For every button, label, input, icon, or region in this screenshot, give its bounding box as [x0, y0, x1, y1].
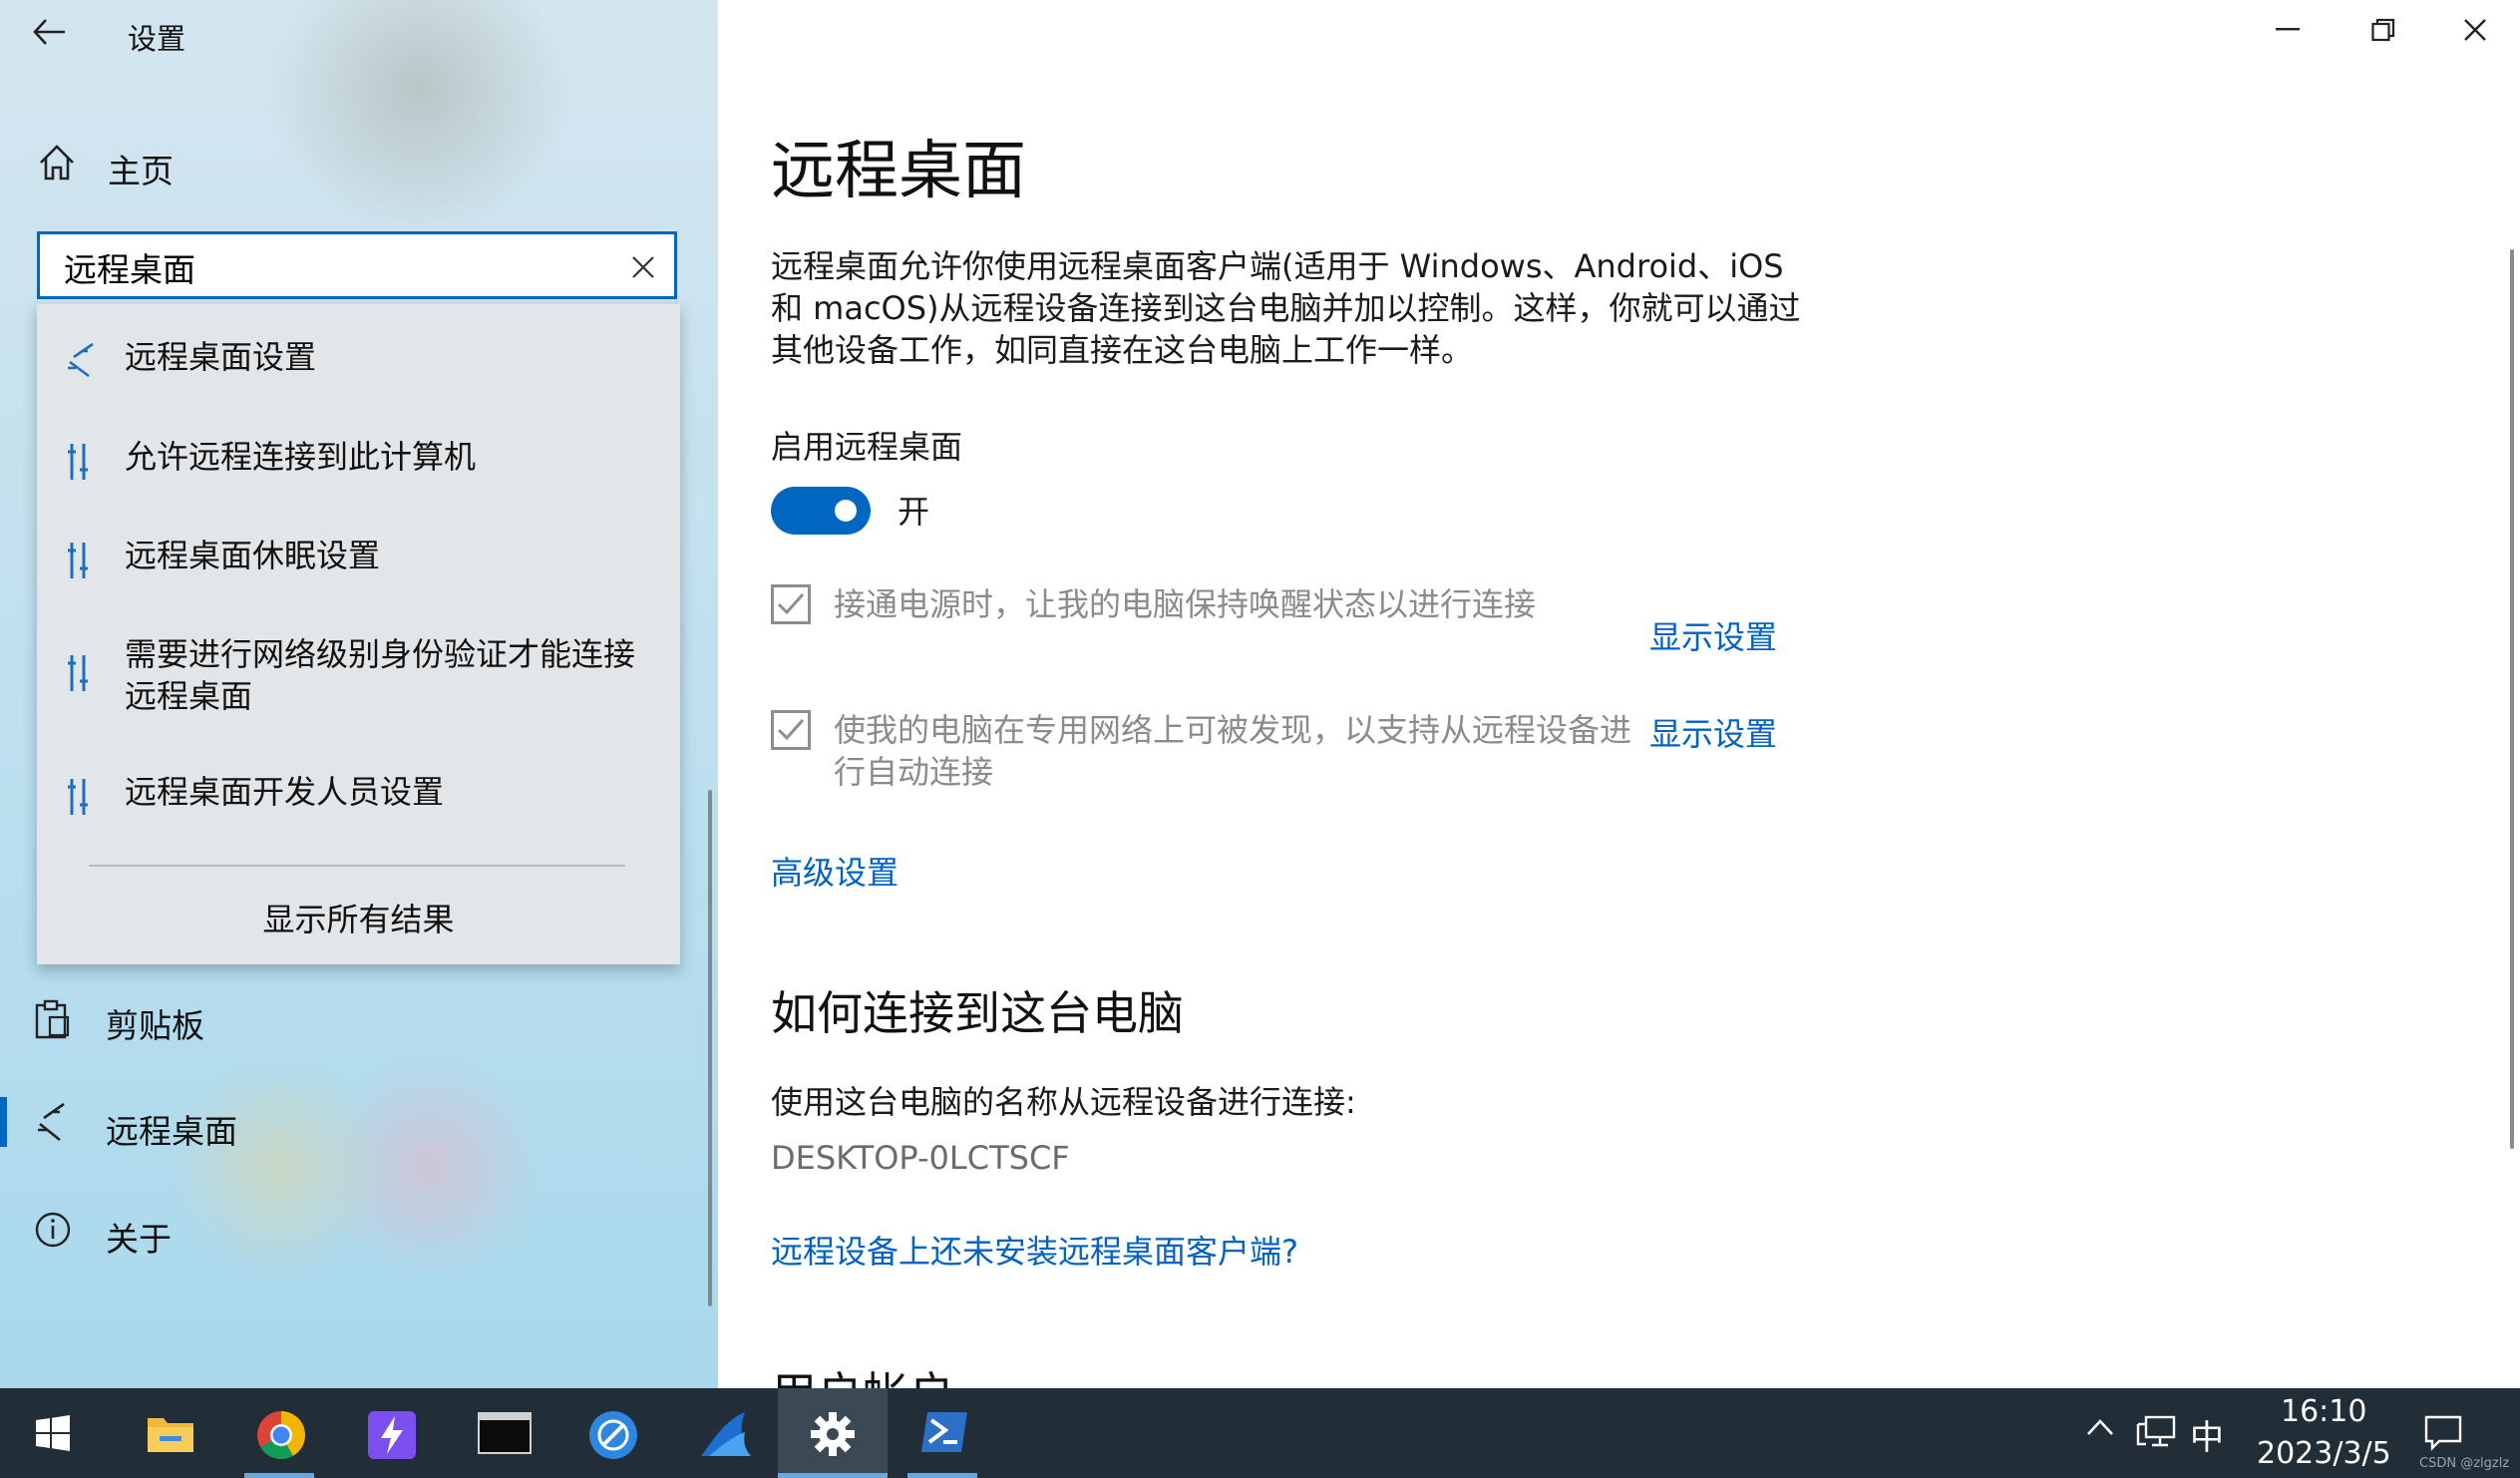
suggestion-item[interactable]: 远程桌面休眠设置 — [37, 523, 680, 592]
advanced-settings-link[interactable]: 高级设置 — [771, 848, 899, 894]
close-icon[interactable] — [2463, 18, 2487, 42]
client-not-installed-link[interactable]: 远程设备上还未安装远程桌面客户端? — [771, 1227, 1298, 1273]
settings-tool-icon — [65, 442, 91, 482]
page-title: 远程桌面 — [771, 135, 1026, 208]
main-scrollbar[interactable] — [2510, 249, 2514, 1149]
show-settings-link-1[interactable]: 显示设置 — [1649, 612, 1777, 658]
suggestion-label-line1: 需要进行网络级别身份验证才能连接 — [125, 635, 636, 673]
taskbar-lightning-app[interactable] — [345, 1388, 435, 1478]
info-icon — [34, 1211, 72, 1249]
folder-icon — [148, 1418, 193, 1452]
taskbar: 中 16:10 2023/3/5 CSDN @zlgzlz — [0, 1388, 2520, 1478]
checkmark-icon — [777, 719, 805, 741]
running-indicator — [244, 1473, 314, 1478]
divider — [89, 865, 625, 867]
toggle-state-label: 开 — [898, 493, 930, 531]
sidebar-item-label: 远程桌面 — [106, 1112, 237, 1151]
sidebar-scrollbar[interactable] — [708, 790, 712, 1306]
description-line-2: 和 macOS)从远程设备连接到这台电脑并加以控制。这样，你就可以通过 — [771, 289, 1801, 327]
nav-home[interactable]: 主页 — [108, 145, 174, 192]
sidebar-item-clipboard[interactable]: 剪贴板 — [32, 997, 650, 1057]
windows-logo-icon — [36, 1415, 70, 1451]
taskbar-file-explorer[interactable] — [124, 1388, 213, 1478]
partial-heading: 用户帐户 — [771, 1358, 954, 1388]
lightning-app-icon — [368, 1411, 416, 1459]
sidebar-item-about[interactable]: 关于 — [32, 1209, 650, 1269]
taskbar-terminal[interactable] — [456, 1388, 545, 1478]
clipboard-icon — [34, 999, 70, 1039]
search-suggestions: 远程桌面设置 允许远程连接到此计算机 远程桌面休眠设置 需要进行网络级别身份验证… — [37, 304, 680, 964]
terminal-icon — [478, 1412, 532, 1454]
toggle-knob — [835, 500, 857, 522]
keep-awake-label: 接通电源时，让我的电脑保持唤醒状态以进行连接 — [834, 585, 1537, 623]
shark-fin-icon — [701, 1412, 751, 1456]
sidebar-item-label: 剪贴板 — [106, 1006, 204, 1045]
settings-tool-icon — [65, 777, 91, 817]
window-title: 设置 — [128, 22, 186, 56]
chevron-up-icon[interactable] — [2086, 1418, 2114, 1436]
sidebar-item-remote-desktop[interactable]: 远程桌面 — [32, 1102, 650, 1162]
suggestion-item[interactable]: 需要进行网络级别身份验证才能连接 远程桌面 — [37, 623, 680, 723]
search-input[interactable] — [62, 244, 604, 290]
notification-icon[interactable] — [2423, 1414, 2463, 1452]
show-settings-link-2[interactable]: 显示设置 — [1649, 709, 1777, 755]
compass-app-icon — [589, 1411, 637, 1459]
minimize-icon[interactable] — [2276, 28, 2300, 32]
suggestion-label: 远程桌面开发人员设置 — [125, 773, 445, 811]
gear-icon — [811, 1412, 855, 1456]
section-heading: 如何连接到这台电脑 — [771, 986, 1184, 1040]
restore-icon[interactable] — [2371, 18, 2395, 42]
remote-desktop-toggle[interactable] — [771, 487, 871, 535]
home-icon[interactable] — [37, 143, 77, 183]
keep-awake-checkbox[interactable] — [771, 584, 811, 624]
ime-indicator[interactable]: 中 — [2190, 1410, 2224, 1459]
sidebar: 设置 主页 剪贴板 远程桌面 关于 远 — [0, 0, 718, 1388]
suggestion-label: 允许远程连接到此计算机 — [125, 438, 477, 476]
remote-desktop-icon — [65, 342, 97, 378]
show-all-results-button[interactable]: 显示所有结果 — [37, 895, 680, 940]
taskbar-settings[interactable] — [778, 1388, 888, 1478]
remote-desktop-icon — [34, 1102, 70, 1142]
clock-time[interactable]: 16:10 — [2281, 1394, 2366, 1429]
suggestion-label-line2: 远程桌面 — [125, 677, 253, 715]
taskbar-shark-app[interactable] — [677, 1388, 767, 1478]
suggestion-label: 远程桌面休眠设置 — [125, 537, 381, 574]
search-box[interactable] — [37, 231, 677, 299]
taskbar-powershell[interactable] — [898, 1388, 989, 1478]
pc-name: DESKTOP-0LCTSCF — [771, 1139, 1070, 1177]
watermark: CSDN @zlgzlz — [2419, 1456, 2510, 1471]
main-content: 远程桌面 远程桌面允许你使用远程桌面客户端(适用于 Windows、Androi… — [718, 0, 2520, 1388]
suggestion-item[interactable]: 允许远程连接到此计算机 — [37, 424, 680, 494]
connect-label: 使用这台电脑的名称从远程设备进行连接: — [771, 1083, 1356, 1121]
start-button[interactable] — [8, 1388, 98, 1478]
suggestion-item[interactable]: 远程桌面设置 — [37, 324, 680, 394]
clear-search-icon[interactable] — [630, 254, 656, 280]
back-arrow-icon[interactable] — [32, 18, 68, 46]
suggestion-item[interactable]: 远程桌面开发人员设置 — [37, 759, 680, 829]
discoverable-checkbox[interactable] — [771, 710, 811, 750]
running-indicator — [907, 1473, 977, 1478]
active-indicator — [778, 1473, 888, 1478]
taskbar-chrome[interactable] — [234, 1388, 324, 1478]
description-line-3: 其他设备工作，如同直接在这台电脑上工作一样。 — [771, 331, 1474, 369]
discoverable-label-line1: 使我的电脑在专用网络上可被发现，以支持从远程设备进 — [834, 711, 1632, 749]
sidebar-item-label: 关于 — [106, 1220, 172, 1259]
chrome-icon — [257, 1411, 305, 1460]
discoverable-label-line2: 行自动连接 — [834, 753, 994, 791]
settings-tool-icon — [65, 541, 91, 580]
checkmark-icon — [777, 593, 805, 615]
taskbar-compass-app[interactable] — [566, 1388, 656, 1478]
suggestion-label: 远程桌面设置 — [125, 338, 317, 376]
settings-tool-icon — [65, 653, 91, 693]
powershell-icon — [921, 1412, 967, 1452]
enable-remote-desktop-label: 启用远程桌面 — [771, 428, 963, 466]
network-icon[interactable] — [2136, 1414, 2176, 1450]
clock-date[interactable]: 2023/3/5 — [2257, 1436, 2391, 1471]
selected-indicator — [0, 1097, 7, 1147]
description-line-1: 远程桌面允许你使用远程桌面客户端(适用于 Windows、Android、iOS — [771, 247, 1784, 285]
